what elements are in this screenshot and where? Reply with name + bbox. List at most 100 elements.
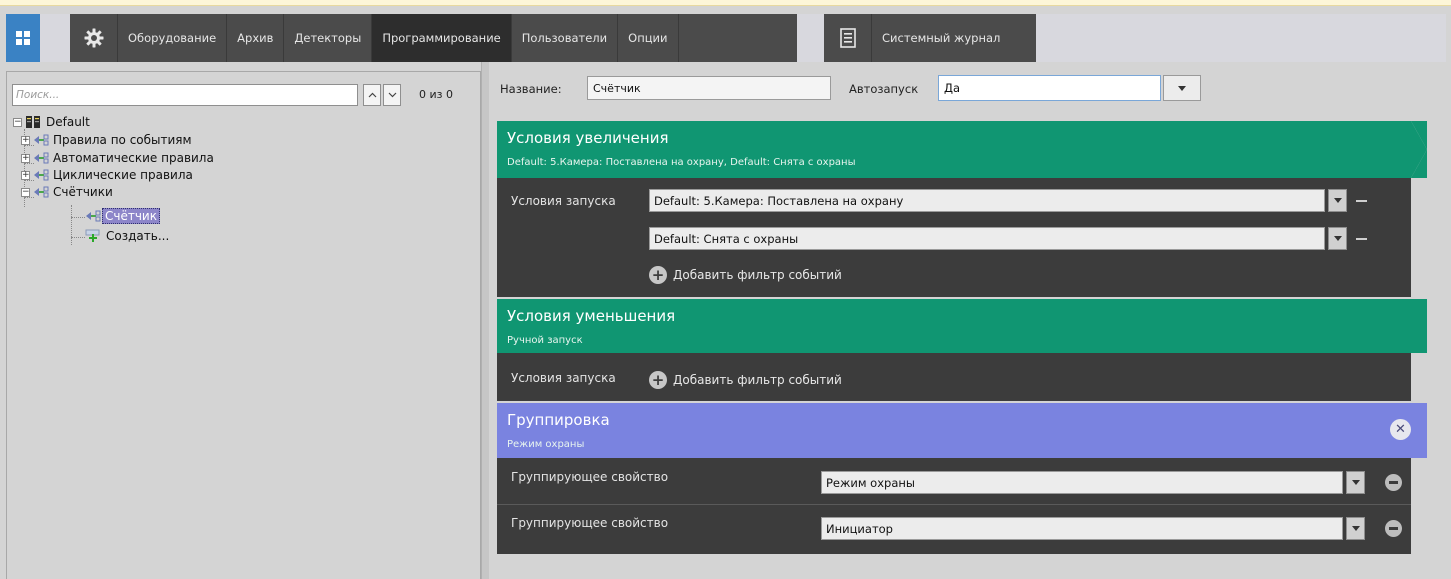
tree-item-event-rules[interactable]: + Правила по событиям — [21, 132, 194, 148]
grouping-property-select[interactable]: Инициатор — [821, 517, 1343, 540]
add-event-filter-label: Добавить фильтр событий — [673, 373, 842, 387]
grouping-subtitle: Режим охраны — [507, 439, 585, 450]
server-icon — [26, 116, 40, 128]
increase-conditions-header[interactable]: Условия увеличения Default: 5.Камера: По… — [497, 121, 1427, 178]
grouping-property-label: Группирующее свойство — [511, 470, 669, 484]
tree-item-label: Счётчики — [53, 185, 113, 199]
remove-condition-button[interactable] — [1356, 238, 1367, 240]
tree-item-create[interactable]: Создать... — [85, 228, 171, 244]
add-event-filter-button[interactable]: + Добавить фильтр событий — [649, 371, 842, 389]
grouping-body: Группирующее свойство Режим охраны Групп… — [497, 458, 1411, 554]
grouping-property-select[interactable]: Режим охраны — [821, 471, 1343, 494]
expand-icon[interactable]: + — [21, 153, 30, 163]
tree-item-label: Создать... — [106, 229, 170, 243]
search-input[interactable] — [12, 84, 358, 106]
section-chevron-icon — [1411, 121, 1427, 178]
tree-item-counter[interactable]: Счётчик — [85, 208, 160, 224]
main-tabs: Оборудование Архив Детекторы Программиро… — [70, 14, 797, 62]
close-icon[interactable]: ✕ — [1390, 419, 1411, 440]
collapse-icon[interactable]: − — [13, 117, 22, 127]
start-conditions-label: Условия запуска — [511, 194, 616, 208]
tab-equipment[interactable]: Оборудование — [118, 14, 228, 62]
decrease-title: Условия уменьшения — [507, 307, 676, 325]
expand-icon[interactable]: + — [21, 135, 30, 145]
condition-dropdown-button[interactable] — [1328, 227, 1347, 250]
search-next-button[interactable] — [383, 84, 401, 106]
section-chevron-icon — [1411, 299, 1427, 353]
add-circle-icon: + — [649, 371, 667, 389]
tree-item-label: Правила по событиям — [53, 133, 192, 147]
add-event-filter-label: Добавить фильтр событий — [673, 268, 842, 282]
search-prev-button[interactable] — [363, 84, 381, 106]
name-input[interactable] — [587, 76, 831, 100]
dropdown-arrow-icon — [1351, 526, 1360, 531]
condition-select[interactable]: Default: 5.Камера: Поставлена на охрану — [649, 189, 1325, 212]
tree-item-label: Автоматические правила — [53, 151, 214, 165]
dropdown-arrow-icon — [1351, 480, 1360, 485]
condition-dropdown-button[interactable] — [1328, 189, 1347, 212]
expand-icon[interactable]: + — [21, 170, 30, 180]
dropdown-arrow-icon — [1333, 236, 1342, 241]
decrease-conditions-body: Условия запуска + Добавить фильтр событи… — [497, 353, 1411, 401]
tab-detectors[interactable]: Детекторы — [284, 14, 373, 62]
tab-system-journal[interactable]: Системный журнал — [872, 14, 1010, 62]
dropdown-arrow-icon — [1333, 198, 1342, 203]
tab-options[interactable]: Опции — [618, 14, 679, 62]
autostart-select[interactable]: Да — [938, 75, 1161, 101]
tree-root-label: Default — [46, 115, 90, 129]
settings-button[interactable] — [70, 14, 118, 62]
grouping-property-label: Группирующее свойство — [511, 516, 669, 530]
windows-grid-icon — [16, 31, 30, 45]
increase-conditions-body: Условия запуска Default: 5.Камера: Поста… — [497, 178, 1411, 297]
app-menu-button[interactable] — [6, 14, 40, 62]
rules-icon — [34, 134, 49, 146]
chevron-down-icon — [388, 92, 396, 98]
remove-condition-button[interactable] — [1356, 200, 1367, 202]
gear-icon — [84, 28, 103, 48]
top-navigation-bar: Оборудование Архив Детекторы Программиро… — [6, 14, 1446, 62]
object-tree-panel: 0 из 0 − Default + Правила по событиям +… — [6, 71, 481, 579]
grouping-dropdown-button[interactable] — [1346, 517, 1365, 540]
tree-root[interactable]: − Default — [13, 114, 92, 130]
panel-splitter[interactable] — [481, 62, 489, 579]
name-label: Название: — [500, 82, 562, 96]
add-rule-icon — [85, 229, 100, 242]
tree-item-label: Циклические правила — [53, 168, 193, 182]
rules-icon — [34, 186, 49, 198]
remove-grouping-button[interactable] — [1385, 474, 1402, 491]
journal-icon — [824, 14, 872, 62]
counter-rule-icon — [86, 210, 101, 222]
add-circle-icon: + — [649, 266, 667, 284]
rules-icon — [34, 152, 49, 164]
tab-programming[interactable]: Программирование — [372, 14, 512, 62]
autostart-label: Автозапуск — [849, 82, 919, 96]
condition-select[interactable]: Default: Снята с охраны — [649, 227, 1325, 250]
top-notice-strip — [0, 0, 1451, 6]
tree-item-label-selected: Счётчик — [102, 208, 160, 224]
search-result-count: 0 из 0 — [419, 88, 453, 101]
tree-item-cyclic-rules[interactable]: + Циклические правила — [21, 167, 195, 183]
add-event-filter-button[interactable]: + Добавить фильтр событий — [649, 266, 842, 284]
dropdown-arrow-icon — [1178, 85, 1186, 91]
tree-item-automatic-rules[interactable]: + Автоматические правила — [21, 150, 216, 166]
grouping-header[interactable]: Группировка Режим охраны — [497, 403, 1427, 458]
system-journal-tab[interactable]: Системный журнал — [824, 14, 1036, 62]
grouping-dropdown-button[interactable] — [1346, 471, 1365, 494]
row-divider — [497, 504, 1411, 505]
increase-subtitle: Default: 5.Камера: Поставлена на охрану,… — [507, 157, 856, 168]
tab-archive[interactable]: Архив — [227, 14, 285, 62]
minus-icon — [1389, 527, 1398, 530]
tab-users[interactable]: Пользователи — [512, 14, 619, 62]
increase-title: Условия увеличения — [507, 129, 669, 147]
tree-item-counters[interactable]: − Счётчики — [21, 184, 115, 200]
autostart-dropdown-button[interactable] — [1163, 75, 1201, 101]
decrease-conditions-header[interactable]: Условия уменьшения Ручной запуск — [497, 299, 1427, 353]
rules-icon — [34, 169, 49, 181]
grouping-title: Группировка — [507, 411, 610, 429]
section-chevron-icon — [1411, 403, 1427, 458]
collapse-icon[interactable]: − — [21, 187, 30, 197]
decrease-subtitle: Ручной запуск — [507, 335, 583, 346]
chevron-up-icon — [368, 92, 376, 98]
minus-icon — [1389, 481, 1398, 484]
remove-grouping-button[interactable] — [1385, 520, 1402, 537]
